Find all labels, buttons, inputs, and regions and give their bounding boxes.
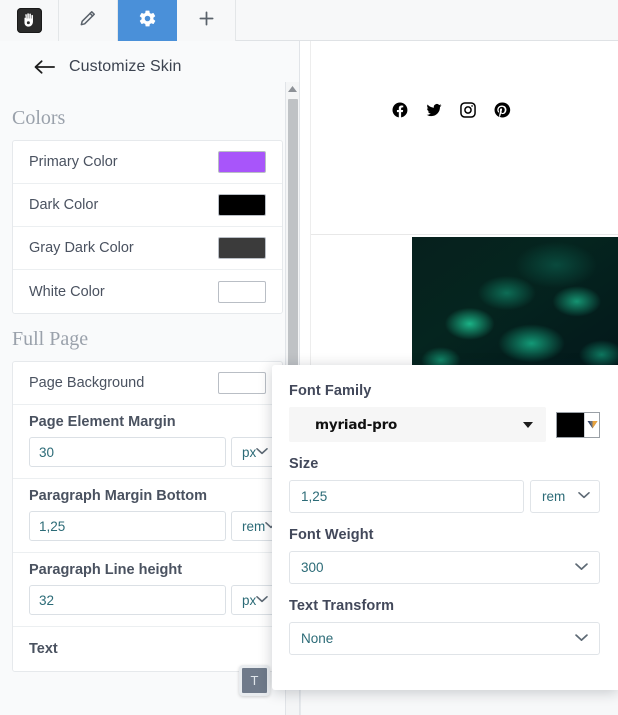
font-family-label: Font Family bbox=[289, 383, 372, 399]
row-label: Paragraph Margin Bottom bbox=[29, 488, 208, 504]
row-page-element-margin: Page Element Margin px bbox=[13, 405, 282, 479]
pencil-icon bbox=[78, 8, 98, 33]
row-page-background[interactable]: Page Background bbox=[13, 362, 282, 405]
text-transform-value: None bbox=[301, 631, 334, 646]
scrollbar-up-arrow[interactable] bbox=[286, 82, 299, 96]
page-title: Customize Skin bbox=[69, 58, 182, 75]
scrollbar-thumb[interactable] bbox=[288, 99, 298, 396]
row-primary-color[interactable]: Primary Color bbox=[13, 141, 282, 184]
row-paragraph-margin-bottom: Paragraph Margin Bottom rem bbox=[13, 479, 287, 553]
paragraph-line-height-input[interactable] bbox=[29, 585, 226, 615]
chevron-down-icon bbox=[578, 491, 590, 502]
pinterest-icon[interactable] bbox=[493, 101, 511, 124]
row-gray-dark-color[interactable]: Gray Dark Color bbox=[13, 227, 282, 270]
toolbar-add-button[interactable] bbox=[177, 0, 236, 41]
font-color-button[interactable] bbox=[556, 411, 600, 438]
unit-value: rem bbox=[542, 489, 566, 504]
font-color-swatch bbox=[557, 412, 584, 437]
chevron-down-icon bbox=[256, 447, 269, 458]
caret-down-icon bbox=[523, 421, 533, 428]
font-weight-label: Font Weight bbox=[289, 527, 374, 543]
row-label: Gray Dark Color bbox=[29, 240, 134, 256]
font-size-input[interactable]: 1,25 bbox=[289, 480, 524, 513]
chevron-down-icon bbox=[575, 633, 588, 645]
color-swatch-dark[interactable] bbox=[218, 194, 266, 216]
text-tool-label: T bbox=[250, 673, 259, 688]
hand-logo-icon bbox=[16, 8, 42, 33]
row-label: Text bbox=[29, 641, 58, 657]
row-white-color[interactable]: White Color bbox=[13, 270, 282, 313]
font-settings-popup: Font Family myriad-pro Size 1,25 rem Fon… bbox=[272, 365, 618, 690]
app-root: Customize Skin Colors Primary Color Dark… bbox=[0, 0, 618, 715]
row-label: Page Background bbox=[29, 375, 145, 391]
customize-skin-panel: Customize Skin Colors Primary Color Dark… bbox=[0, 41, 300, 715]
full-page-card: Page Background Page Element Margin px P… bbox=[12, 361, 287, 672]
color-swatch-white[interactable] bbox=[218, 280, 266, 303]
back-arrow-icon[interactable] bbox=[33, 59, 56, 75]
font-size-unit-select[interactable]: rem bbox=[530, 480, 600, 513]
text-transform-label: Text Transform bbox=[289, 598, 395, 614]
social-icon-row bbox=[391, 101, 511, 124]
panel-header[interactable]: Customize Skin bbox=[0, 41, 299, 93]
top-toolbar bbox=[0, 0, 618, 41]
font-family-value: myriad-pro bbox=[315, 416, 398, 433]
page-element-margin-unit-select[interactable]: px bbox=[231, 437, 278, 467]
preview-divider bbox=[311, 234, 618, 235]
toolbar-edit-button[interactable] bbox=[59, 0, 118, 41]
color-swatch-primary[interactable] bbox=[218, 151, 266, 173]
preview-hero-image bbox=[412, 237, 618, 377]
color-swatch-page-background[interactable] bbox=[218, 372, 266, 394]
text-transform-select[interactable]: None bbox=[289, 622, 600, 655]
color-swatch-gray-dark[interactable] bbox=[218, 237, 266, 259]
toolbar-filler bbox=[236, 0, 618, 40]
toolbar-logo-button[interactable] bbox=[0, 0, 59, 41]
color-dropdown-icon[interactable] bbox=[584, 412, 599, 437]
unit-value: px bbox=[242, 444, 257, 460]
font-weight-select[interactable]: 300 bbox=[289, 551, 600, 584]
page-element-margin-input[interactable] bbox=[29, 437, 226, 467]
chevron-down-icon bbox=[575, 562, 588, 574]
row-dark-color[interactable]: Dark Color bbox=[13, 184, 282, 227]
paragraph-line-height-unit-select[interactable]: px bbox=[231, 585, 278, 615]
row-label: Paragraph Line height bbox=[29, 562, 183, 578]
unit-value: rem bbox=[242, 518, 266, 534]
text-tool-button[interactable]: T bbox=[239, 665, 270, 696]
plus-icon bbox=[196, 8, 217, 34]
font-weight-value: 300 bbox=[301, 560, 324, 575]
row-label: Primary Color bbox=[29, 154, 118, 170]
font-size-value: 1,25 bbox=[301, 489, 328, 504]
facebook-icon[interactable] bbox=[391, 101, 409, 124]
size-label: Size bbox=[289, 456, 319, 472]
font-family-select[interactable]: myriad-pro bbox=[289, 407, 546, 442]
colors-card: Primary Color Dark Color Gray Dark Color… bbox=[12, 140, 283, 314]
instagram-icon[interactable] bbox=[459, 101, 477, 124]
section-heading-colors: Colors bbox=[12, 107, 66, 129]
row-label: Dark Color bbox=[29, 197, 99, 213]
row-paragraph-line-height: Paragraph Line height px bbox=[13, 553, 282, 627]
twitter-icon[interactable] bbox=[425, 101, 443, 124]
row-label: Page Element Margin bbox=[29, 414, 176, 430]
gear-icon bbox=[138, 9, 157, 33]
toolbar-settings-button[interactable] bbox=[118, 0, 177, 41]
unit-value: px bbox=[242, 592, 257, 608]
chevron-down-icon bbox=[256, 595, 269, 606]
row-label: White Color bbox=[29, 283, 105, 300]
paragraph-margin-bottom-input[interactable] bbox=[29, 511, 226, 541]
section-heading-full-page: Full Page bbox=[12, 328, 89, 350]
